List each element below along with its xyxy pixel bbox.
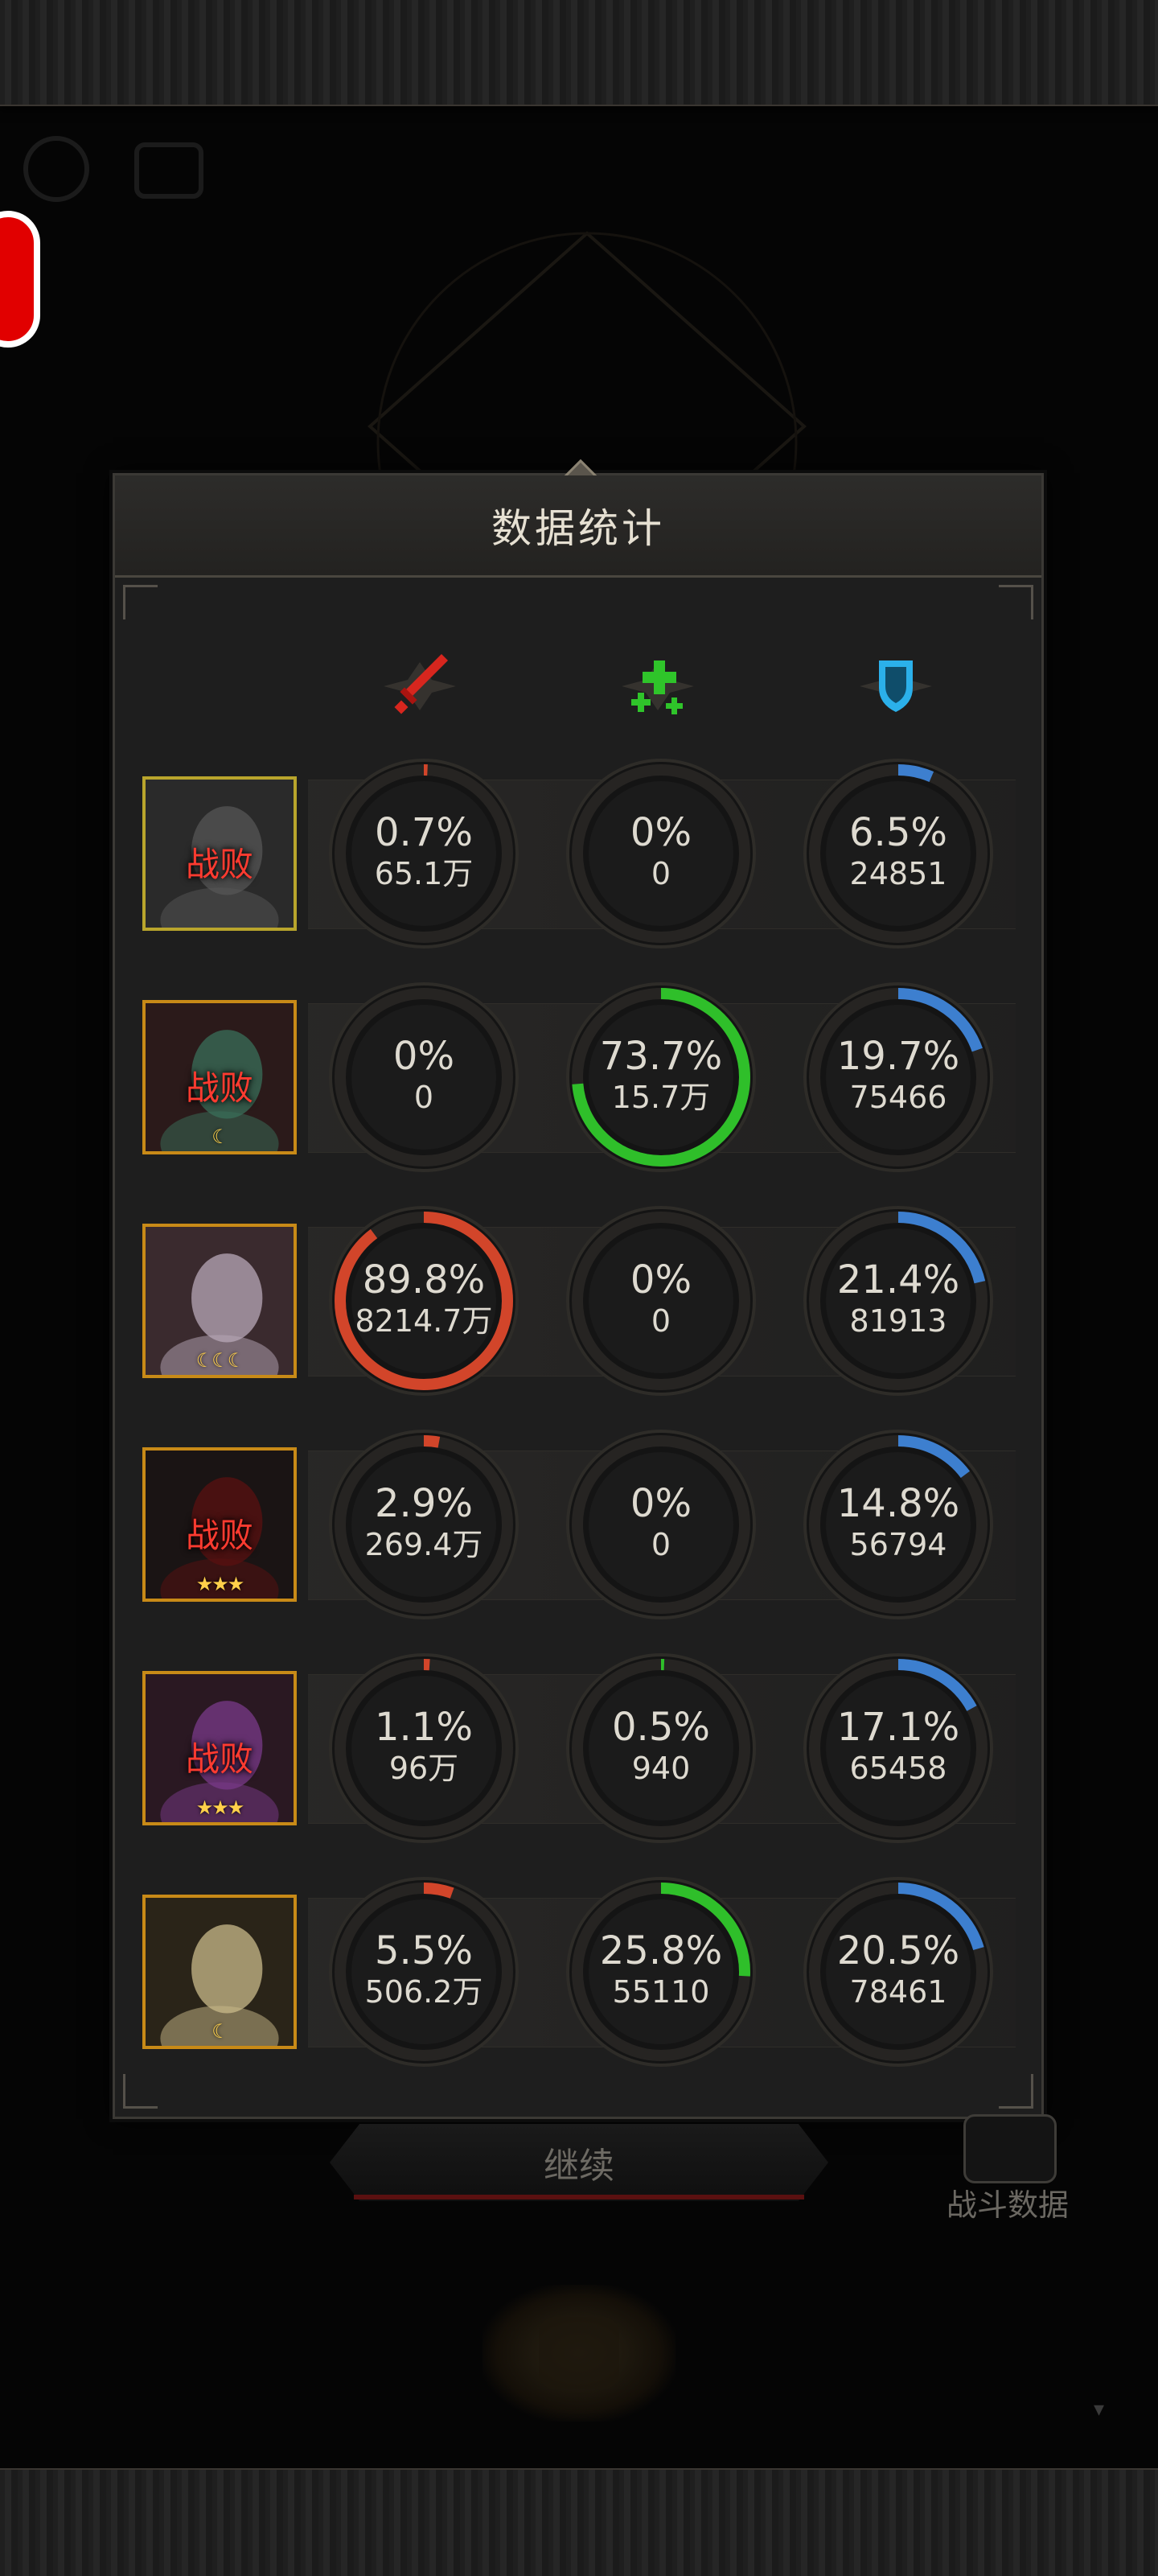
shield-ring: 6.5% 24851 [802, 757, 995, 950]
hero-portrait[interactable]: 战败 [142, 776, 297, 931]
hero-portrait[interactable]: 战败 ★★★ [142, 1447, 297, 1602]
heal-percent: 73.7% [599, 1034, 723, 1079]
defeat-label: 战败 [185, 1068, 253, 1108]
defeat-label: 战败 [185, 1516, 253, 1555]
stats-row: 战败 ★★★ 1.1% 96万 0.5% 940 17.1% 65458 [115, 1652, 1046, 1845]
battle-data-icon [963, 2114, 1057, 2183]
damage-ring: 89.8% 8214.7万 [327, 1204, 520, 1397]
star-rank: ☾☾☾ [195, 1349, 245, 1372]
statistics-panel: 数据统计 战败 0.7% 65.1万 0% 0 6.5% 24851 战败 ☾ … [113, 459, 1046, 2119]
hero-portrait[interactable]: ☾ [142, 1895, 297, 2049]
top-frame-band [0, 0, 1158, 106]
damage-amount: 65.1万 [374, 856, 474, 891]
heal-amount: 55110 [612, 1974, 710, 2010]
heal-ring: 0.5% 940 [565, 1652, 758, 1845]
heal-percent: 0% [630, 1257, 692, 1302]
shield-percent: 21.4% [836, 1257, 960, 1302]
damage-amount: 269.4万 [364, 1527, 483, 1562]
star-rank: ★★★ [195, 1796, 245, 1819]
damage-percent: 0% [392, 1034, 455, 1079]
panel-title: 数据统计 [115, 475, 1041, 578]
shield-percent: 17.1% [836, 1705, 960, 1750]
heal-percent: 0% [630, 810, 692, 855]
damage-percent: 89.8% [362, 1257, 486, 1302]
damage-amount: 506.2万 [364, 1974, 483, 2010]
bottom-emblem-inner [539, 2317, 619, 2389]
damage-ring: 1.1% 96万 [327, 1652, 520, 1845]
defeat-label: 战败 [185, 845, 253, 884]
heal-amount: 940 [631, 1751, 691, 1786]
corner-ornament [123, 2074, 158, 2109]
damage-amount: 0 [413, 1080, 434, 1115]
shield-percent: 14.8% [836, 1481, 960, 1526]
chevron-down-icon: ▾ [1094, 2397, 1105, 2422]
corner-ornament [999, 585, 1033, 619]
stats-row: 战败 0.7% 65.1万 0% 0 6.5% 24851 [115, 757, 1046, 950]
stats-row: ☾ 5.5% 506.2万 25.8% 55110 20.5% 78461 [115, 1875, 1046, 2068]
star-rank: ★★★ [195, 1573, 245, 1595]
heal-amount: 0 [651, 856, 671, 891]
bottom-emblem-icon [482, 2285, 676, 2422]
shield-percent: 20.5% [836, 1928, 960, 1973]
sword-icon [384, 654, 456, 714]
shield-amount: 24851 [849, 856, 947, 891]
heal-amount: 15.7万 [611, 1080, 711, 1115]
hero-portrait[interactable]: 战败 ★★★ [142, 1671, 297, 1825]
record-indicator [0, 211, 40, 348]
damage-amount: 96万 [388, 1751, 459, 1786]
damage-percent: 2.9% [375, 1481, 473, 1526]
continue-button[interactable]: 继续 [330, 2124, 828, 2201]
heal-percent: 0% [630, 1481, 692, 1526]
stats-row: 战败 ★★★ 2.9% 269.4万 0% 0 14.8% 56794 [115, 1428, 1046, 1621]
shield-ring: 14.8% 56794 [802, 1428, 995, 1621]
star-rank: ☾ [211, 2020, 229, 2043]
corner-ornament [999, 2074, 1033, 2109]
shield-ring: 21.4% 81913 [802, 1204, 995, 1397]
heal-amount: 0 [651, 1527, 671, 1562]
star-rank: ☾ [211, 1125, 229, 1148]
shield-amount: 81913 [849, 1303, 947, 1339]
shield-percent: 19.7% [836, 1034, 960, 1079]
stats-row: ☾☾☾ 89.8% 8214.7万 0% 0 21.4% 81913 [115, 1204, 1046, 1397]
stats-row: 战败 ☾ 0% 0 73.7% 15.7万 19.7% 75466 [115, 981, 1046, 1174]
damage-percent: 1.1% [375, 1705, 473, 1750]
hero-portrait[interactable]: 战败 ☾ [142, 1000, 297, 1154]
heal-ring: 0% 0 [565, 1204, 758, 1397]
shield-amount: 75466 [849, 1080, 947, 1115]
heal-plus-icon [622, 660, 694, 714]
heal-amount: 0 [651, 1303, 671, 1339]
heal-ring: 25.8% 55110 [565, 1875, 758, 2068]
heal-percent: 0.5% [612, 1705, 710, 1750]
damage-ring: 0% 0 [327, 981, 520, 1174]
damage-ring: 0.7% 65.1万 [327, 757, 520, 950]
shield-percent: 6.5% [849, 810, 947, 855]
heal-ring: 0% 0 [565, 1428, 758, 1621]
heal-ring: 73.7% 15.7万 [565, 981, 758, 1174]
battle-data-button[interactable]: 战斗数据 [939, 2114, 1076, 2223]
continue-label: 继续 [544, 2146, 614, 2187]
damage-ring: 5.5% 506.2万 [327, 1875, 520, 2068]
shield-icon [860, 660, 932, 712]
defeat-label: 战败 [185, 1739, 253, 1779]
damage-ring: 2.9% 269.4万 [327, 1428, 520, 1621]
shield-amount: 56794 [849, 1527, 947, 1562]
battle-data-label: 战斗数据 [946, 2187, 1069, 2223]
shield-amount: 65458 [849, 1751, 947, 1786]
shield-amount: 78461 [849, 1974, 947, 2010]
damage-percent: 0.7% [375, 810, 473, 855]
damage-percent: 5.5% [375, 1928, 473, 1973]
shield-ring: 19.7% 75466 [802, 981, 995, 1174]
shield-ring: 20.5% 78461 [802, 1875, 995, 2068]
damage-amount: 8214.7万 [355, 1303, 493, 1339]
hero-portrait[interactable]: ☾☾☾ [142, 1224, 297, 1378]
bottom-frame-band [0, 2468, 1158, 2576]
continue-button-edge [354, 2195, 804, 2199]
heal-ring: 0% 0 [565, 757, 758, 950]
corner-ornament [123, 585, 158, 619]
heal-percent: 25.8% [599, 1928, 723, 1973]
shield-ring: 17.1% 65458 [802, 1652, 995, 1845]
